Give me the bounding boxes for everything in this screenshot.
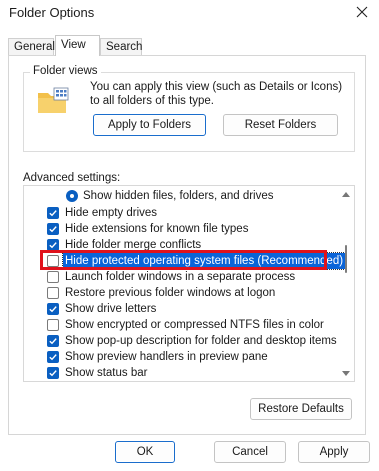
checkbox-checked[interactable] [47,239,59,251]
checkmark-icon [49,306,57,313]
list-item[interactable]: Show preview handlers in preview pane [24,349,339,365]
advanced-settings-label: Advanced settings: [23,172,121,184]
list-item-selected[interactable]: Hide protected operating system files (R… [24,252,347,270]
list-item[interactable]: Show pop-up description for folder and d… [24,333,339,349]
list-item-label: Restore previous folder windows at logon [65,287,276,299]
checkbox-unchecked[interactable] [47,255,59,267]
tab-view[interactable]: View [55,35,100,56]
tab-search[interactable]: Search [100,38,142,55]
list-item[interactable]: Hide extensions for known file types [24,221,339,237]
list-item[interactable]: Hide folder merge conflicts [24,237,339,253]
checkmark-icon [49,210,57,217]
close-icon [356,6,368,18]
list-item-label: Show encrypted or compressed NTFS files … [65,319,324,331]
list-item[interactable]: Restore previous folder windows at logon [24,285,339,301]
list-item[interactable]: Hide empty drives [24,205,339,221]
checkbox-unchecked[interactable] [47,319,59,331]
radio-button-selected[interactable] [67,191,77,201]
list-item-label: Hide folder merge conflicts [65,239,202,251]
list-item[interactable]: Show drive letters [24,301,339,317]
list-item[interactable]: Show encrypted or compressed NTFS files … [24,317,339,333]
apply-button[interactable]: Apply [298,441,370,463]
close-button[interactable] [351,2,373,22]
checkbox-checked[interactable] [47,367,59,379]
tab-general[interactable]: General [8,38,55,55]
restore-defaults-button[interactable]: Restore Defaults [250,398,352,420]
checkmark-icon [49,354,57,361]
checkbox-checked[interactable] [47,303,59,315]
list-item-label: Hide protected operating system files (R… [61,252,347,270]
folder-views-label: Folder views [30,65,101,77]
checkbox-unchecked[interactable] [47,271,59,283]
scrollbar-thumb[interactable] [345,245,347,273]
list-item[interactable]: Launch folder windows in a separate proc… [24,269,339,285]
window-title: Folder Options [9,5,95,20]
list-item-label: Hide empty drives [65,207,158,219]
scroll-up-icon[interactable] [342,191,350,197]
checkbox-checked[interactable] [47,335,59,347]
list-item[interactable]: Show status bar [24,365,339,381]
list-item-label: Show pop-up description for folder and d… [65,335,337,347]
list-item-label: Show hidden files, folders, and drives [83,190,274,202]
vertical-scrollbar[interactable] [339,187,353,380]
checkmark-icon [49,226,57,233]
list-item-label: Launch folder windows in a separate proc… [65,271,296,283]
checkbox-unchecked[interactable] [47,287,59,299]
tab-strip: General View Search [8,35,371,56]
advanced-settings-list[interactable]: Show hidden files, folders, and drives H… [23,185,355,382]
scroll-down-icon[interactable] [342,371,350,377]
reset-folders-button[interactable]: Reset Folders [223,114,338,136]
checkmark-icon [49,242,57,249]
apply-to-folders-button[interactable]: Apply to Folders [93,114,206,136]
checkmark-icon [49,370,57,377]
folder-views-description: You can apply this view (such as Details… [90,81,343,107]
list-item[interactable]: Show hidden files, folders, and drives [24,188,339,204]
list-item-label: Show drive letters [65,303,157,315]
checkmark-icon [49,338,57,345]
list-item-label: Hide extensions for known file types [65,223,249,235]
title-bar: Folder Options [0,0,379,26]
folder-views-icon [38,87,69,113]
ok-button[interactable]: OK [115,441,175,463]
list-item-label: Show status bar [65,367,148,379]
checkbox-checked[interactable] [47,207,59,219]
list-item-label: Show preview handlers in preview pane [65,351,268,363]
checkbox-checked[interactable] [47,223,59,235]
cancel-button[interactable]: Cancel [214,441,286,463]
checkbox-checked[interactable] [47,351,59,363]
